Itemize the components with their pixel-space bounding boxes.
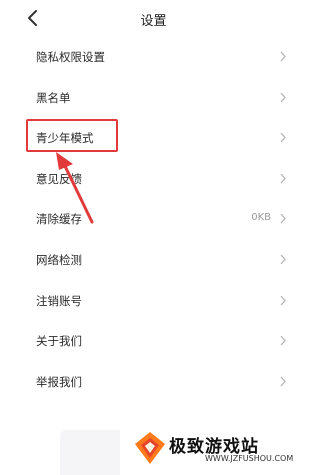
settings-item-label: 网络检测 [36,252,82,267]
settings-item-label: 黑名单 [36,90,71,105]
page-title: 设置 [140,14,167,29]
settings-item-label: 隐私权限设置 [36,50,105,64]
settings-list: 隐私权限设置 黑名单 青少年模式 意见反馈 清除缓存 0KB 网络检测 注销账号… [0,36,307,401]
settings-item-network-check[interactable]: 网络检测 [0,239,307,280]
chevron-right-icon [280,213,286,224]
teen-mode-highlight-box [26,119,118,152]
cache-size-value: 0KB [251,212,271,224]
chevron-right-icon [280,92,286,103]
settings-item-label: 清除缓存 [36,212,82,227]
settings-item-delete-account[interactable]: 注销账号 [0,280,307,321]
chevron-right-icon [280,335,286,346]
settings-item-label: 关于我们 [36,334,82,349]
watermark-logo-icon [135,432,165,464]
settings-item-label: 注销账号 [36,293,82,308]
bottom-button[interactable] [60,430,120,475]
settings-item-report-us[interactable]: 举报我们 [0,361,307,402]
chevron-right-icon [280,295,286,305]
watermark: 极致游戏站 WWW.JZFUSHOU.COM [125,424,307,475]
chevron-right-icon [280,376,286,387]
chevron-right-icon [280,51,286,62]
chevron-right-icon [280,254,286,265]
settings-item-about-us[interactable]: 关于我们 [0,320,307,361]
chevron-right-icon [280,132,286,143]
settings-item-label: 举报我们 [36,374,82,389]
settings-item-label: 意见反馈 [36,171,82,186]
settings-item-blacklist[interactable]: 黑名单 [0,77,307,118]
chevron-right-icon [280,173,286,184]
top-bar: 设置 [0,0,307,40]
settings-item-privacy[interactable]: 隐私权限设置 [0,36,307,77]
watermark-url: WWW.JZFUSHOU.COM [205,454,294,463]
settings-item-clear-cache[interactable]: 清除缓存 0KB [0,198,307,239]
settings-item-feedback[interactable]: 意见反馈 [0,158,307,199]
